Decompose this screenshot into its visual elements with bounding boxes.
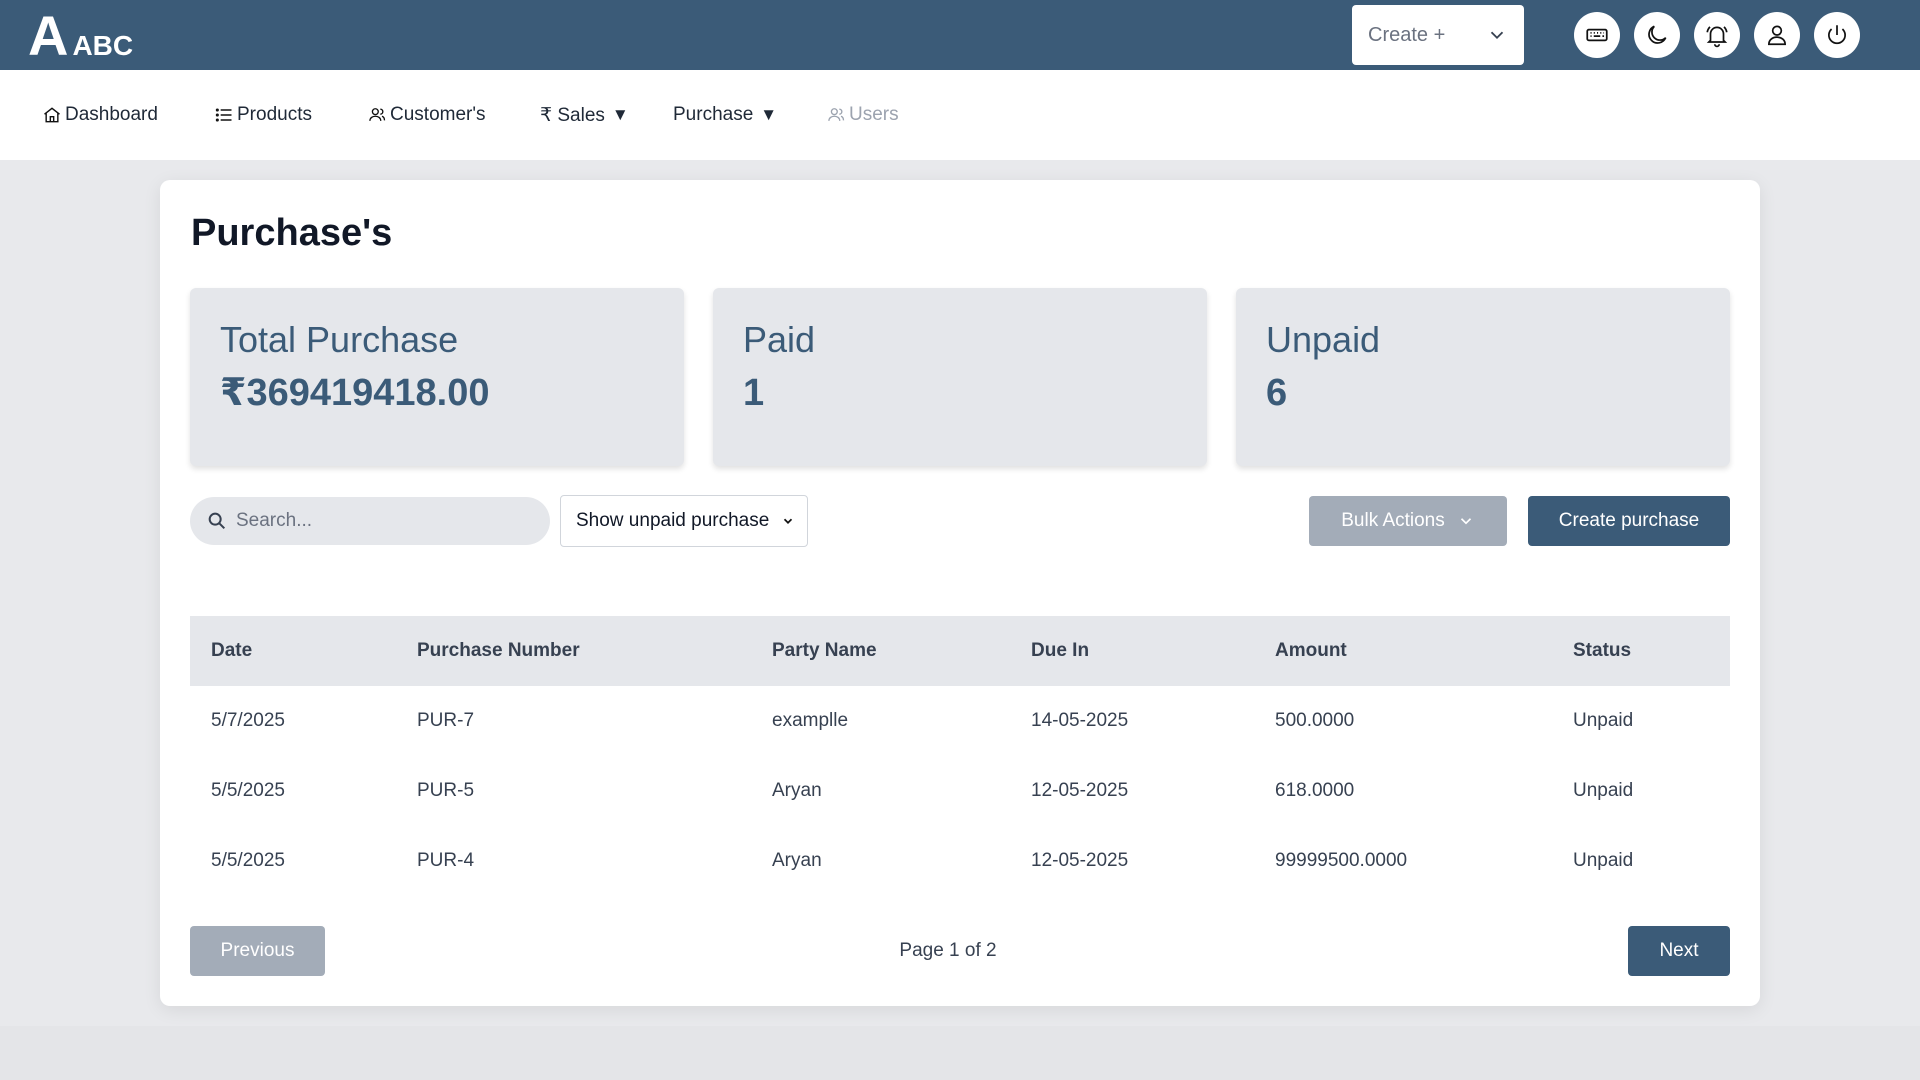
- nav-item-label: ₹ Sales: [540, 104, 605, 126]
- nav-item-label: Purchase: [673, 104, 754, 125]
- column-header-purchase-number[interactable]: Purchase Number: [417, 616, 580, 686]
- table-row[interactable]: 5/5/2025 PUR-5 Aryan 12-05-2025 618.0000…: [190, 756, 1730, 826]
- search-icon: [208, 512, 226, 530]
- caret-down-icon: ▼: [760, 105, 778, 124]
- stat-card-unpaid: Unpaid 6: [1236, 288, 1730, 466]
- stat-card-total-purchase: Total Purchase ₹369419418.00: [190, 288, 684, 466]
- logo-text: ABC: [72, 30, 134, 61]
- theme-toggle-button[interactable]: [1634, 12, 1680, 58]
- table-header: Date Purchase Number Party Name Due In A…: [190, 616, 1730, 686]
- cell-amount: 618.0000: [1275, 780, 1355, 801]
- chevron-down-icon: [1460, 518, 1471, 525]
- cell-purchase-number: PUR-4: [417, 850, 475, 871]
- search-input[interactable]: [236, 510, 526, 532]
- cell-due-in: 14-05-2025: [1031, 710, 1129, 731]
- stat-label: Unpaid: [1266, 319, 1381, 360]
- cell-amount: 500.0000: [1275, 710, 1355, 731]
- cell-purchase-number: PUR-5: [417, 780, 475, 801]
- chevron-down-icon: [1490, 31, 1504, 40]
- next-page-button[interactable]: Next: [1628, 926, 1730, 976]
- nav-item-users[interactable]: Users: [826, 102, 899, 128]
- column-header-status[interactable]: Status: [1573, 616, 1631, 686]
- footer-band: [0, 1026, 1920, 1080]
- home-icon: [44, 107, 60, 123]
- notifications-button[interactable]: [1694, 12, 1740, 58]
- column-header-party-name[interactable]: Party Name: [772, 616, 877, 686]
- cell-status: Unpaid: [1573, 710, 1634, 731]
- top-bar: A ABC Create +: [0, 0, 1920, 70]
- cell-party-name: Aryan: [772, 850, 822, 871]
- cell-date: 5/5/2025: [211, 850, 285, 871]
- create-dropdown-label: Create +: [1368, 23, 1446, 46]
- stat-card-paid: Paid 1: [713, 288, 1207, 466]
- logout-button[interactable]: [1814, 12, 1860, 58]
- cell-party-name: examplle: [772, 710, 849, 731]
- column-header-date[interactable]: Date: [211, 616, 252, 686]
- table-row[interactable]: 5/5/2025 PUR-4 Aryan 12-05-2025 99999500…: [190, 826, 1730, 896]
- stat-label: Total Purchase: [220, 319, 459, 360]
- cell-status: Unpaid: [1573, 780, 1634, 801]
- nav-item-purchase[interactable]: Purchase ▼: [673, 102, 777, 128]
- bell-icon: [1706, 26, 1728, 48]
- cell-purchase-number: PUR-7: [417, 710, 475, 731]
- stat-value: ₹369419418.00: [220, 372, 490, 414]
- profile-button[interactable]: [1754, 12, 1800, 58]
- power-icon: [1828, 25, 1846, 45]
- cell-due-in: 12-05-2025: [1031, 850, 1129, 871]
- page-title: Purchase's: [191, 212, 393, 254]
- stat-value: 1: [743, 372, 765, 414]
- moon-icon: [1648, 25, 1667, 44]
- main-nav: Dashboard Products Customer's ₹ Sales ▼ …: [0, 70, 1920, 160]
- keyboard-button[interactable]: [1574, 12, 1620, 58]
- stat-label: Paid: [743, 319, 816, 360]
- cell-amount: 99999500.0000: [1275, 850, 1408, 871]
- cell-due-in: 12-05-2025: [1031, 780, 1129, 801]
- previous-page-button[interactable]: Previous: [190, 926, 325, 976]
- bulk-actions-button[interactable]: Bulk Actions: [1309, 496, 1507, 546]
- column-header-due-in[interactable]: Due In: [1031, 616, 1089, 686]
- nav-item-label: Customer's: [390, 104, 486, 125]
- page-info: Page 1 of 2: [899, 940, 997, 961]
- purchase-filter-select[interactable]: Show unpaid purchase: [560, 495, 808, 547]
- nav-item-label: Products: [237, 104, 312, 125]
- nav-item-label: Dashboard: [65, 104, 158, 125]
- filter-selected-value: Show unpaid purchase: [576, 510, 770, 531]
- create-dropdown[interactable]: Create +: [1352, 5, 1524, 65]
- cell-status: Unpaid: [1573, 850, 1634, 871]
- nav-item-label: Users: [849, 104, 899, 125]
- cell-party-name: Aryan: [772, 780, 822, 801]
- user-icon: [1768, 25, 1786, 46]
- cell-date: 5/5/2025: [211, 780, 285, 801]
- nav-item-products[interactable]: Products: [214, 102, 312, 128]
- users-icon: [828, 108, 845, 121]
- logo[interactable]: A ABC: [28, 8, 133, 64]
- list-icon: [215, 108, 232, 122]
- column-header-amount[interactable]: Amount: [1275, 616, 1347, 686]
- purchases-card: Purchase's Total Purchase ₹369419418.00 …: [160, 180, 1760, 1006]
- nav-item-sales[interactable]: ₹ Sales ▼: [540, 102, 629, 128]
- stat-value: 6: [1266, 372, 1288, 414]
- cell-date: 5/7/2025: [211, 710, 285, 731]
- purchases-table: Date Purchase Number Party Name Due In A…: [190, 616, 1730, 896]
- create-purchase-button[interactable]: Create purchase: [1528, 496, 1730, 546]
- chevron-down-icon: [783, 518, 793, 524]
- nav-item-dashboard[interactable]: Dashboard: [42, 102, 158, 128]
- caret-down-icon: ▼: [611, 105, 629, 124]
- users-icon: [369, 108, 386, 121]
- logo-letter: A: [28, 4, 69, 67]
- search-box: [190, 497, 550, 545]
- bulk-actions-label: Bulk Actions: [1341, 510, 1445, 531]
- table-row[interactable]: 5/7/2025 PUR-7 examplle 14-05-2025 500.0…: [190, 686, 1730, 756]
- nav-item-customers[interactable]: Customer's: [367, 102, 485, 128]
- keyboard-icon: [1586, 28, 1608, 42]
